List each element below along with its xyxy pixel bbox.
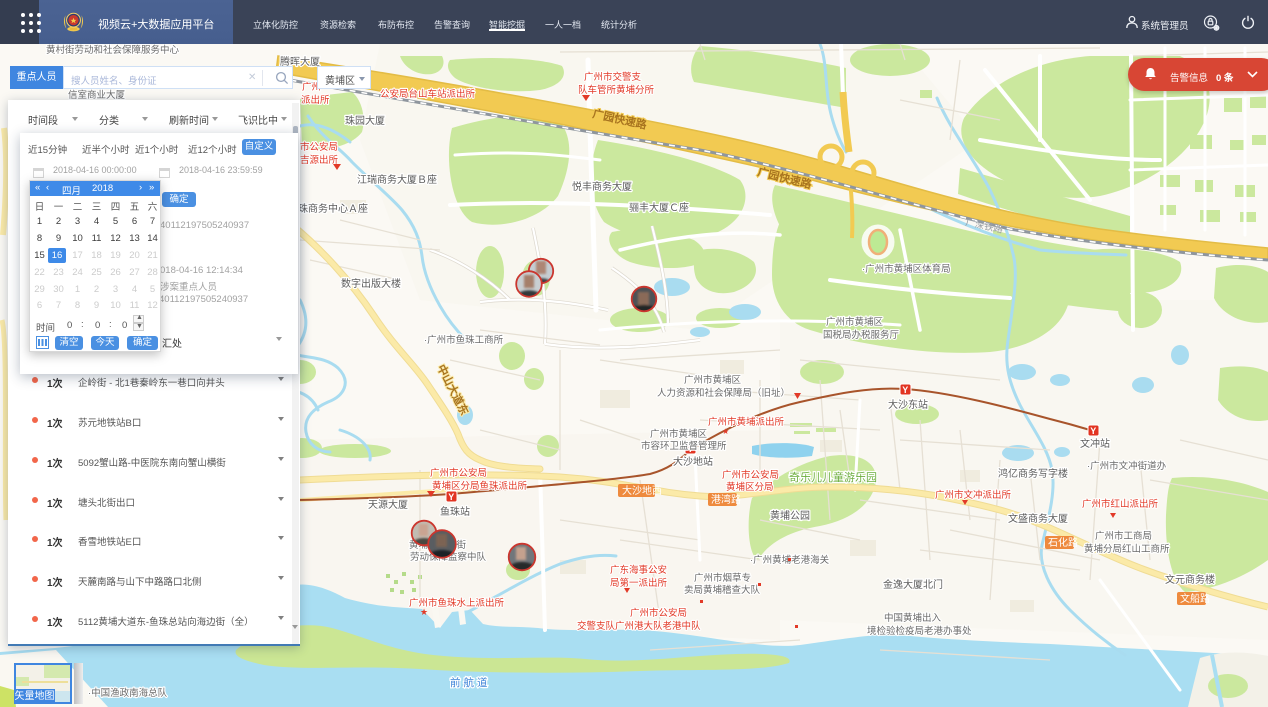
svg-text:黄埔区分局: 黄埔区分局 bbox=[726, 481, 774, 493]
svg-text:市公安局: 市公安局 bbox=[300, 141, 338, 153]
svg-text:悦丰商务大厦: 悦丰商务大厦 bbox=[572, 180, 632, 193]
svg-text:广州市工商局: 广州市工商局 bbox=[1095, 530, 1152, 542]
svg-text:广东海事公安: 广东海事公安 bbox=[610, 564, 667, 576]
svg-text:黄村街劳动和社会保障服务中心: 黄村街劳动和社会保障服务中心 bbox=[46, 44, 180, 56]
svg-text:队车管所黄埔分所: 队车管所黄埔分所 bbox=[578, 84, 655, 96]
svg-text:广州市黄埔派出所: 广州市黄埔派出所 bbox=[708, 416, 785, 428]
svg-text:黄埔公园: 黄埔公园 bbox=[770, 509, 810, 522]
svg-text:卖局黄埔稽查大队: 卖局黄埔稽查大队 bbox=[684, 584, 761, 596]
svg-text:文冲站: 文冲站 bbox=[1080, 437, 1110, 450]
svg-text:·广州市鱼珠工商所: ·广州市鱼珠工商所 bbox=[424, 334, 504, 346]
svg-text:前航道: 前航道 bbox=[450, 676, 491, 689]
svg-text:广州市文冲派出所: 广州市文冲派出所 bbox=[935, 489, 1012, 501]
svg-text:广州市黄埔区: 广州市黄埔区 bbox=[826, 316, 884, 328]
svg-text:派出所: 派出所 bbox=[301, 94, 330, 106]
svg-text:吉源出所: 吉源出所 bbox=[300, 154, 339, 166]
svg-text:奇乐儿儿童游乐园: 奇乐儿儿童游乐园 bbox=[789, 470, 877, 484]
svg-text:广州市公安局: 广州市公安局 bbox=[630, 607, 687, 619]
svg-text:Y: Y bbox=[902, 385, 908, 395]
svg-text:大沙地西: 大沙地西 bbox=[622, 484, 662, 497]
svg-text:黄埔分局红山工商所: 黄埔分局红山工商所 bbox=[1084, 543, 1170, 555]
svg-text:局第一派出所: 局第一派出所 bbox=[610, 577, 668, 589]
svg-text:广州市公安局: 广州市公安局 bbox=[722, 469, 779, 481]
svg-text:·广州市文冲街道办: ·广州市文冲街道办 bbox=[1087, 460, 1167, 472]
svg-text:公安局台山车站派出所: 公安局台山车站派出所 bbox=[380, 88, 476, 100]
svg-text:广州市红山派出所: 广州市红山派出所 bbox=[1082, 498, 1159, 510]
svg-text:·中国渔政南海总队: ·中国渔政南海总队 bbox=[88, 687, 168, 699]
svg-text:数字出版大楼: 数字出版大楼 bbox=[341, 277, 401, 290]
svg-text:广州市交警支: 广州市交警支 bbox=[584, 71, 642, 83]
svg-text:金逸大厦北门: 金逸大厦北门 bbox=[883, 578, 943, 591]
svg-text:市容环卫监督管理所: 市容环卫监督管理所 bbox=[641, 440, 727, 452]
svg-text:·广州市黄埔区体育局: ·广州市黄埔区体育局 bbox=[862, 263, 951, 275]
svg-text:广州市公安局: 广州市公安局 bbox=[430, 467, 487, 479]
svg-text:中国黄埔出入: 中国黄埔出入 bbox=[884, 612, 942, 624]
svg-text:国税局办税服务厅: 国税局办税服务厅 bbox=[823, 329, 900, 341]
svg-text:石化路: 石化路 bbox=[1048, 536, 1078, 549]
svg-text:交警支队广州港大队老港中队: 交警支队广州港大队老港中队 bbox=[577, 620, 701, 632]
svg-text:★: ★ bbox=[722, 427, 729, 436]
svg-text:文盛商务大厦: 文盛商务大厦 bbox=[1008, 512, 1068, 525]
svg-text:人力资源和社会保障局（旧址）: 人力资源和社会保障局（旧址） bbox=[657, 387, 790, 399]
svg-text:大沙东站: 大沙东站 bbox=[888, 398, 928, 411]
svg-text:文船路: 文船路 bbox=[1180, 592, 1210, 605]
svg-text:鸿亿商务写字楼: 鸿亿商务写字楼 bbox=[998, 467, 1068, 480]
svg-text:广州市烟草专: 广州市烟草专 bbox=[694, 572, 751, 584]
svg-text:大沙地站: 大沙地站 bbox=[673, 455, 713, 468]
svg-text:★: ★ bbox=[420, 607, 428, 617]
svg-text:Y: Y bbox=[1090, 426, 1096, 436]
svg-text:鱼珠站: 鱼珠站 bbox=[440, 505, 470, 518]
svg-text:境检验检疫局老港办事处: 境检验检疫局老港办事处 bbox=[867, 625, 972, 637]
svg-text:珠园大厦: 珠园大厦 bbox=[345, 114, 385, 127]
svg-text:江瑞商务大厦Ｂ座: 江瑞商务大厦Ｂ座 bbox=[357, 173, 437, 186]
svg-text:骊丰大厦Ｃ座: 骊丰大厦Ｃ座 bbox=[629, 201, 689, 214]
svg-text:天源大厦: 天源大厦 bbox=[368, 498, 408, 511]
svg-text:黄埔区分局鱼珠派出所: 黄埔区分局鱼珠派出所 bbox=[432, 480, 528, 492]
svg-text:珠商务中心Ａ座: 珠商务中心Ａ座 bbox=[298, 202, 368, 215]
svg-text:港湾路: 港湾路 bbox=[711, 493, 741, 506]
svg-text:广州市黄埔区: 广州市黄埔区 bbox=[650, 428, 708, 440]
svg-text:文元商务楼: 文元商务楼 bbox=[1165, 573, 1215, 586]
svg-text:Y: Y bbox=[448, 492, 454, 502]
svg-text:广州市黄埔区: 广州市黄埔区 bbox=[684, 374, 742, 386]
